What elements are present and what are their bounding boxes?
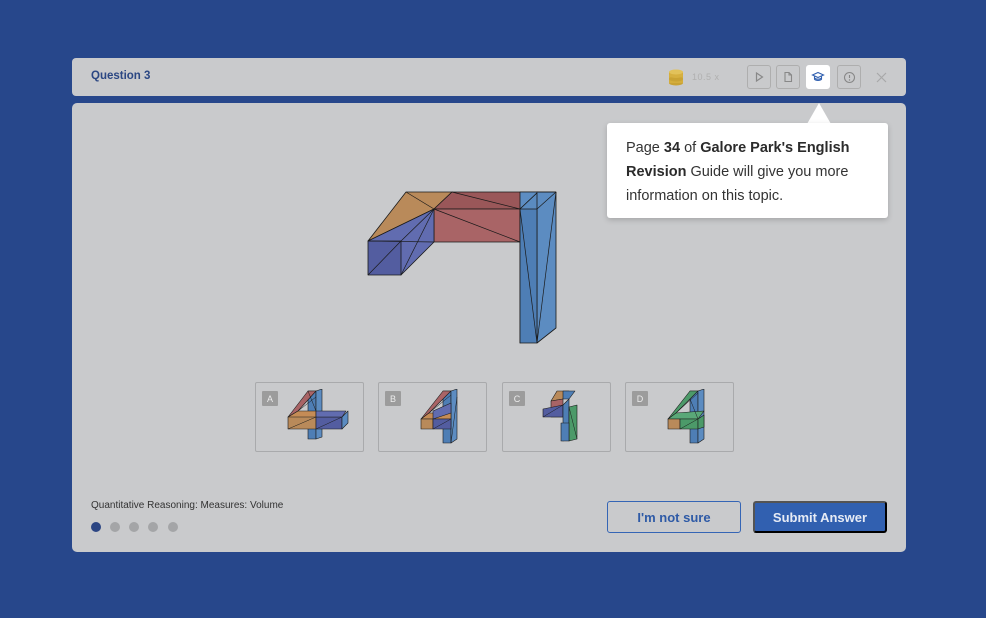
submit-answer-button[interactable]: Submit Answer — [753, 501, 887, 533]
option-b[interactable]: B — [378, 382, 487, 452]
tooltip-arrow — [807, 103, 831, 124]
tooltip-page-number: 34 — [663, 140, 681, 156]
progress-dot — [168, 522, 178, 532]
revision-guide-tooltip: Page 34 of Galore Park's English Revisio… — [607, 123, 888, 218]
option-c[interactable]: C — [502, 382, 611, 452]
document-icon — [784, 71, 793, 83]
info-icon — [843, 71, 855, 83]
progress-dot — [91, 522, 101, 532]
play-button[interactable] — [747, 65, 771, 89]
graduation-cap-icon — [811, 71, 825, 81]
progress-dot — [110, 522, 120, 532]
option-c-shape-figure — [542, 390, 578, 442]
tooltip-text: of — [680, 140, 701, 156]
option-letter: B — [385, 391, 401, 406]
info-button[interactable] — [837, 65, 861, 89]
option-b-shape-figure — [420, 389, 458, 444]
option-letter: A — [262, 391, 278, 406]
option-d-shape-figure — [667, 389, 705, 444]
progress-dot — [148, 522, 158, 532]
question-header: Question 3 10.5 x — [72, 58, 906, 96]
option-a-shape-figure — [287, 389, 349, 440]
not-sure-button[interactable]: I'm not sure — [607, 501, 741, 533]
progress-dot — [129, 522, 139, 532]
option-letter: C — [509, 391, 525, 406]
option-letter: D — [632, 391, 648, 406]
revision-guide-button[interactable] — [806, 65, 830, 89]
main-3d-shape-figure — [367, 191, 557, 344]
close-icon — [876, 72, 886, 82]
close-button[interactable] — [872, 68, 890, 86]
topic-label: Quantitative Reasoning: Measures: Volume — [91, 500, 284, 511]
option-a[interactable]: A — [255, 382, 364, 452]
coin-count: 10.5 x — [692, 72, 720, 82]
play-icon — [755, 71, 764, 83]
document-button[interactable] — [776, 65, 800, 89]
coin-stack-icon — [668, 68, 684, 86]
question-title: Question 3 — [91, 70, 151, 82]
option-d[interactable]: D — [625, 382, 734, 452]
tooltip-text: Page — [626, 140, 664, 156]
